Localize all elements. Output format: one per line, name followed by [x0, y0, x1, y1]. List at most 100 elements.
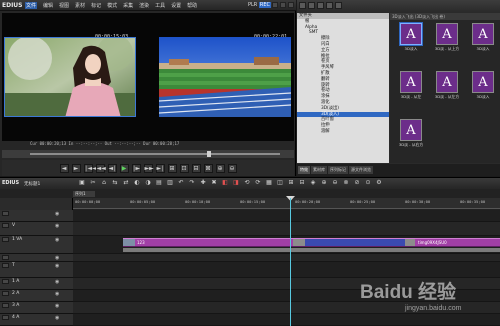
- track-patch-toggle[interactable]: [2, 255, 9, 260]
- track-header[interactable]: 1 VA ◉: [0, 236, 73, 254]
- bin-tab[interactable]: 素材库: [311, 166, 327, 174]
- audio-clip[interactable]: [123, 248, 500, 252]
- timeline-tool-icon[interactable]: ⊟: [298, 179, 306, 187]
- effect-clip[interactable]: A 3D淡 - 从左方: [430, 71, 464, 100]
- bin-tab[interactable]: 特效: [298, 166, 310, 174]
- track-visibility-icon[interactable]: ◉: [55, 263, 59, 269]
- timeline-tool-icon[interactable]: ⟲: [243, 179, 251, 187]
- timeline-tool-icon[interactable]: ◧: [221, 179, 229, 187]
- timeline-tool-icon[interactable]: ⟳: [254, 179, 262, 187]
- menu-item[interactable]: 工具: [155, 2, 165, 9]
- track-visibility-icon[interactable]: ◉: [55, 291, 59, 297]
- track-header[interactable]: 4 A ◉: [0, 314, 73, 326]
- transport-button[interactable]: ▶: [119, 163, 129, 173]
- menu-item[interactable]: 标记: [91, 2, 101, 9]
- effect-clip[interactable]: A 3D淡 - 从上方: [430, 23, 464, 52]
- track-visibility-icon[interactable]: ◉: [55, 255, 59, 261]
- minimize-icon[interactable]: [272, 2, 278, 8]
- track-visibility-icon[interactable]: ◉: [55, 303, 59, 309]
- timeline-lane[interactable]: [73, 254, 500, 262]
- slider-knob[interactable]: [207, 151, 211, 157]
- timeline-tool-icon[interactable]: ⇆: [111, 179, 119, 187]
- transport-button[interactable]: ►: [71, 163, 81, 173]
- new-folder-icon[interactable]: [317, 2, 324, 9]
- rec-button[interactable]: REC: [258, 2, 271, 8]
- track-visibility-icon[interactable]: ◉: [55, 237, 59, 243]
- timeline-tool-icon[interactable]: ⊘: [353, 179, 361, 187]
- transport-button[interactable]: ⊞: [167, 163, 177, 173]
- menu-item[interactable]: 文件: [25, 2, 38, 9]
- transition-marker[interactable]: [293, 239, 305, 246]
- menu-item[interactable]: 编辑: [43, 2, 53, 9]
- position-slider[interactable]: [2, 150, 294, 158]
- track-visibility-icon[interactable]: ◉: [55, 279, 59, 285]
- bin-tab[interactable]: 序列标记: [328, 166, 348, 174]
- track-patch-toggle[interactable]: [2, 263, 9, 268]
- plr-rec-toggle[interactable]: PLR REC: [248, 2, 271, 8]
- sequence-tab[interactable]: 序列1: [73, 191, 95, 197]
- folder-tree-item[interactable]: 溶解: [297, 129, 389, 135]
- delete-icon[interactable]: [326, 2, 333, 9]
- timeline-tool-icon[interactable]: ⚙: [375, 179, 383, 187]
- timeline-tool-icon[interactable]: ◫: [276, 179, 284, 187]
- timeline-tool-icon[interactable]: ▤: [155, 179, 163, 187]
- transport-button[interactable]: ⊖: [227, 163, 237, 173]
- video-clip[interactable]: 123 timg09X4JSU0: [123, 238, 500, 247]
- transport-button[interactable]: ◄: [59, 163, 69, 173]
- effect-clip[interactable]: A 3D淡入: [394, 23, 428, 52]
- maximize-icon[interactable]: [280, 2, 286, 8]
- menu-item[interactable]: 模式: [107, 2, 117, 9]
- timeline-tool-icon[interactable]: ✂: [89, 179, 97, 187]
- timeline-lane[interactable]: [73, 210, 500, 222]
- timeline-tool-icon[interactable]: ▣: [78, 179, 86, 187]
- timeline-tool-icon[interactable]: ⊖: [331, 179, 339, 187]
- track-patch-toggle[interactable]: [2, 279, 9, 284]
- effect-clip[interactable]: A 3D淡 - 从右方: [394, 119, 428, 148]
- track-header[interactable]: 2 A ◉: [0, 290, 73, 302]
- view-icon[interactable]: [335, 2, 342, 9]
- timeline-lane[interactable]: [73, 222, 500, 236]
- track-header[interactable]: T ◉: [0, 262, 73, 278]
- effect-clip[interactable]: A 3D淡 - 从左: [394, 71, 428, 100]
- track-visibility-icon[interactable]: ◉: [55, 315, 59, 321]
- menu-item[interactable]: 帮助: [187, 2, 197, 9]
- track-patch-toggle[interactable]: [2, 237, 9, 242]
- transport-button[interactable]: ⊕: [215, 163, 225, 173]
- track-patch-toggle[interactable]: [2, 291, 9, 296]
- track-patch-toggle[interactable]: [2, 211, 9, 216]
- track-header[interactable]: 1 A ◉: [0, 278, 73, 290]
- menu-item[interactable]: 设置: [171, 2, 181, 9]
- bin-tab[interactable]: 源文件浏览: [349, 166, 373, 174]
- timeline-tool-icon[interactable]: ▥: [166, 179, 174, 187]
- transport-button[interactable]: ∣►: [131, 163, 141, 173]
- timeline-tool-icon[interactable]: ▦: [265, 179, 273, 187]
- transport-button[interactable]: ⊡: [179, 163, 189, 173]
- transport-button[interactable]: ⊠: [203, 163, 213, 173]
- playhead[interactable]: [290, 198, 291, 326]
- timeline-tool-icon[interactable]: ↷: [188, 179, 196, 187]
- timeline-tool-icon[interactable]: ↶: [177, 179, 185, 187]
- close-icon[interactable]: [288, 2, 294, 8]
- transport-button[interactable]: ◄∣: [107, 163, 117, 173]
- timeline-tool-icon[interactable]: ◐: [133, 179, 141, 187]
- track-header[interactable]: ◉: [0, 210, 73, 222]
- time-ruler[interactable]: 00:00:00;00 00:00:05;00 00:00:10;00 00:00:1…: [73, 198, 500, 209]
- effect-clip[interactable]: A 3D淡入: [466, 71, 500, 100]
- timeline-tool-icon[interactable]: ◨: [232, 179, 240, 187]
- timeline-tool-icon[interactable]: ⇄: [122, 179, 130, 187]
- timeline-tool-icon[interactable]: ⊞: [287, 179, 295, 187]
- effect-clip[interactable]: A 3D淡入: [466, 23, 500, 52]
- timeline-lane[interactable]: [73, 262, 500, 278]
- track-patch-toggle[interactable]: [2, 303, 9, 308]
- transition-segment[interactable]: [305, 239, 405, 246]
- timeline-tool-icon[interactable]: ✖: [210, 179, 218, 187]
- track-visibility-icon[interactable]: ◉: [55, 211, 59, 217]
- transport-button[interactable]: ►►: [143, 163, 154, 173]
- timeline-tool-icon[interactable]: ⌂: [100, 179, 108, 187]
- timeline-tool-icon[interactable]: ◑: [144, 179, 152, 187]
- track-patch-toggle[interactable]: [2, 223, 9, 228]
- timeline-tool-icon[interactable]: ⊕: [320, 179, 328, 187]
- track-header[interactable]: ◉: [0, 254, 73, 262]
- folder-icon[interactable]: [299, 2, 306, 9]
- transport-button[interactable]: ◄◄: [95, 163, 106, 173]
